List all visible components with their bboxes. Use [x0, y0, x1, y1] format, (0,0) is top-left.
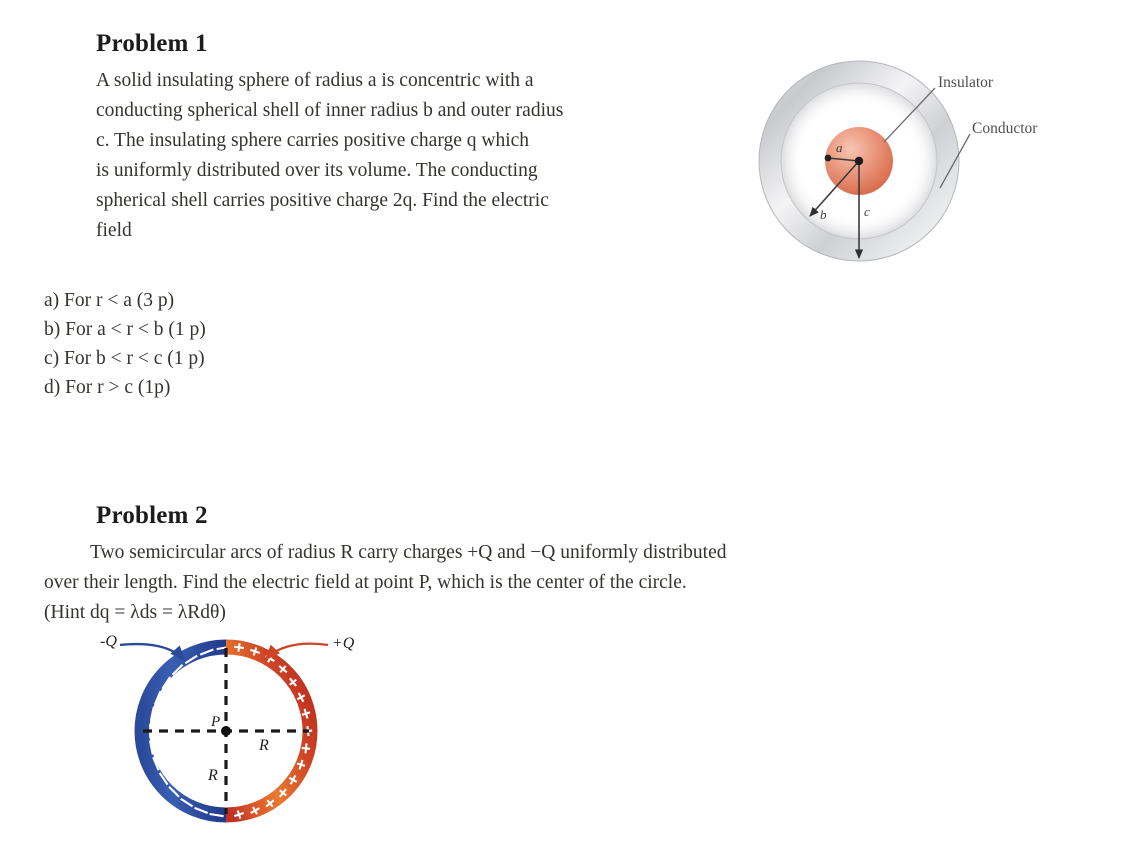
- problem1-parts-list: a) For r < a (3 p) b) For a < r < b (1 p…: [44, 286, 504, 402]
- radius-b-label: b: [820, 207, 827, 222]
- problem1-part-a-text: For r < a (3 p): [64, 290, 175, 311]
- positive-arc: [225, 639, 318, 823]
- problem1-part-c-label: c): [44, 348, 60, 369]
- problem1-heading: Problem 1: [96, 30, 208, 57]
- problem1-part-a-label: a): [44, 290, 60, 311]
- problem1-statement-line: is uniformly distributed over its volume…: [96, 160, 538, 181]
- conductor-label: Conductor: [972, 120, 1038, 137]
- problem2-statement-line: Two semicircular arcs of radius R carry …: [90, 542, 727, 563]
- problem1-part-b: b) For a < r < b (1 p): [44, 315, 504, 344]
- problem1-statement-line: conducting spherical shell of inner radi…: [96, 100, 564, 121]
- problem1-statement-line: A solid insulating sphere of radius a is…: [96, 70, 534, 91]
- problem2-statement-line: over their length. Find the electric fie…: [44, 572, 687, 593]
- problem1-part-d-text: For r > c (1p): [65, 377, 171, 398]
- radius-a-endpoint: [824, 154, 832, 162]
- radius-a-label: a: [836, 140, 843, 155]
- positive-charge-label: +Q: [332, 635, 355, 652]
- problem2-statement-line: (Hint dq = λds = λRdθ): [44, 602, 226, 623]
- problem1-part-c-text: For b < r < c (1 p): [64, 348, 205, 369]
- problem2-statement: Two semicircular arcs of radius R carry …: [44, 538, 992, 628]
- problem2-heading: Problem 2: [96, 502, 208, 529]
- problem1-statement-line: field: [96, 220, 132, 241]
- problem1-statement-line: spherical shell carries positive charge …: [96, 190, 549, 211]
- problem1-statement: A solid insulating sphere of radius a is…: [96, 66, 756, 246]
- problem1-part-d-label: d): [44, 377, 61, 398]
- problem1-part-c: c) For b < r < c (1 p): [44, 344, 504, 373]
- document-page: Problem 1 A solid insulating sphere of r…: [0, 0, 1136, 851]
- negative-charge-label: -Q: [100, 633, 117, 650]
- problem1-part-b-text: For a < r < b (1 p): [65, 319, 206, 340]
- problem1-part-d: d) For r > c (1p): [44, 373, 504, 402]
- problem1-statement-line: c. The insulating sphere carries positiv…: [96, 130, 530, 151]
- problem1-part-b-label: b): [44, 319, 61, 340]
- problem1-part-a: a) For r < a (3 p): [44, 286, 504, 315]
- radius-c-label: c: [864, 204, 870, 219]
- sphere-center-dot: [854, 156, 864, 166]
- radius-label-right: R: [258, 737, 269, 754]
- radius-label-down: R: [207, 767, 218, 784]
- concentric-spheres-figure: a b c Insulator Conductor: [748, 44, 1088, 284]
- charged-ring-figure: P R R -Q +Q: [96, 632, 416, 837]
- center-point-dot: [221, 726, 231, 736]
- insulator-label: Insulator: [938, 74, 994, 91]
- center-point-label: P: [210, 714, 220, 730]
